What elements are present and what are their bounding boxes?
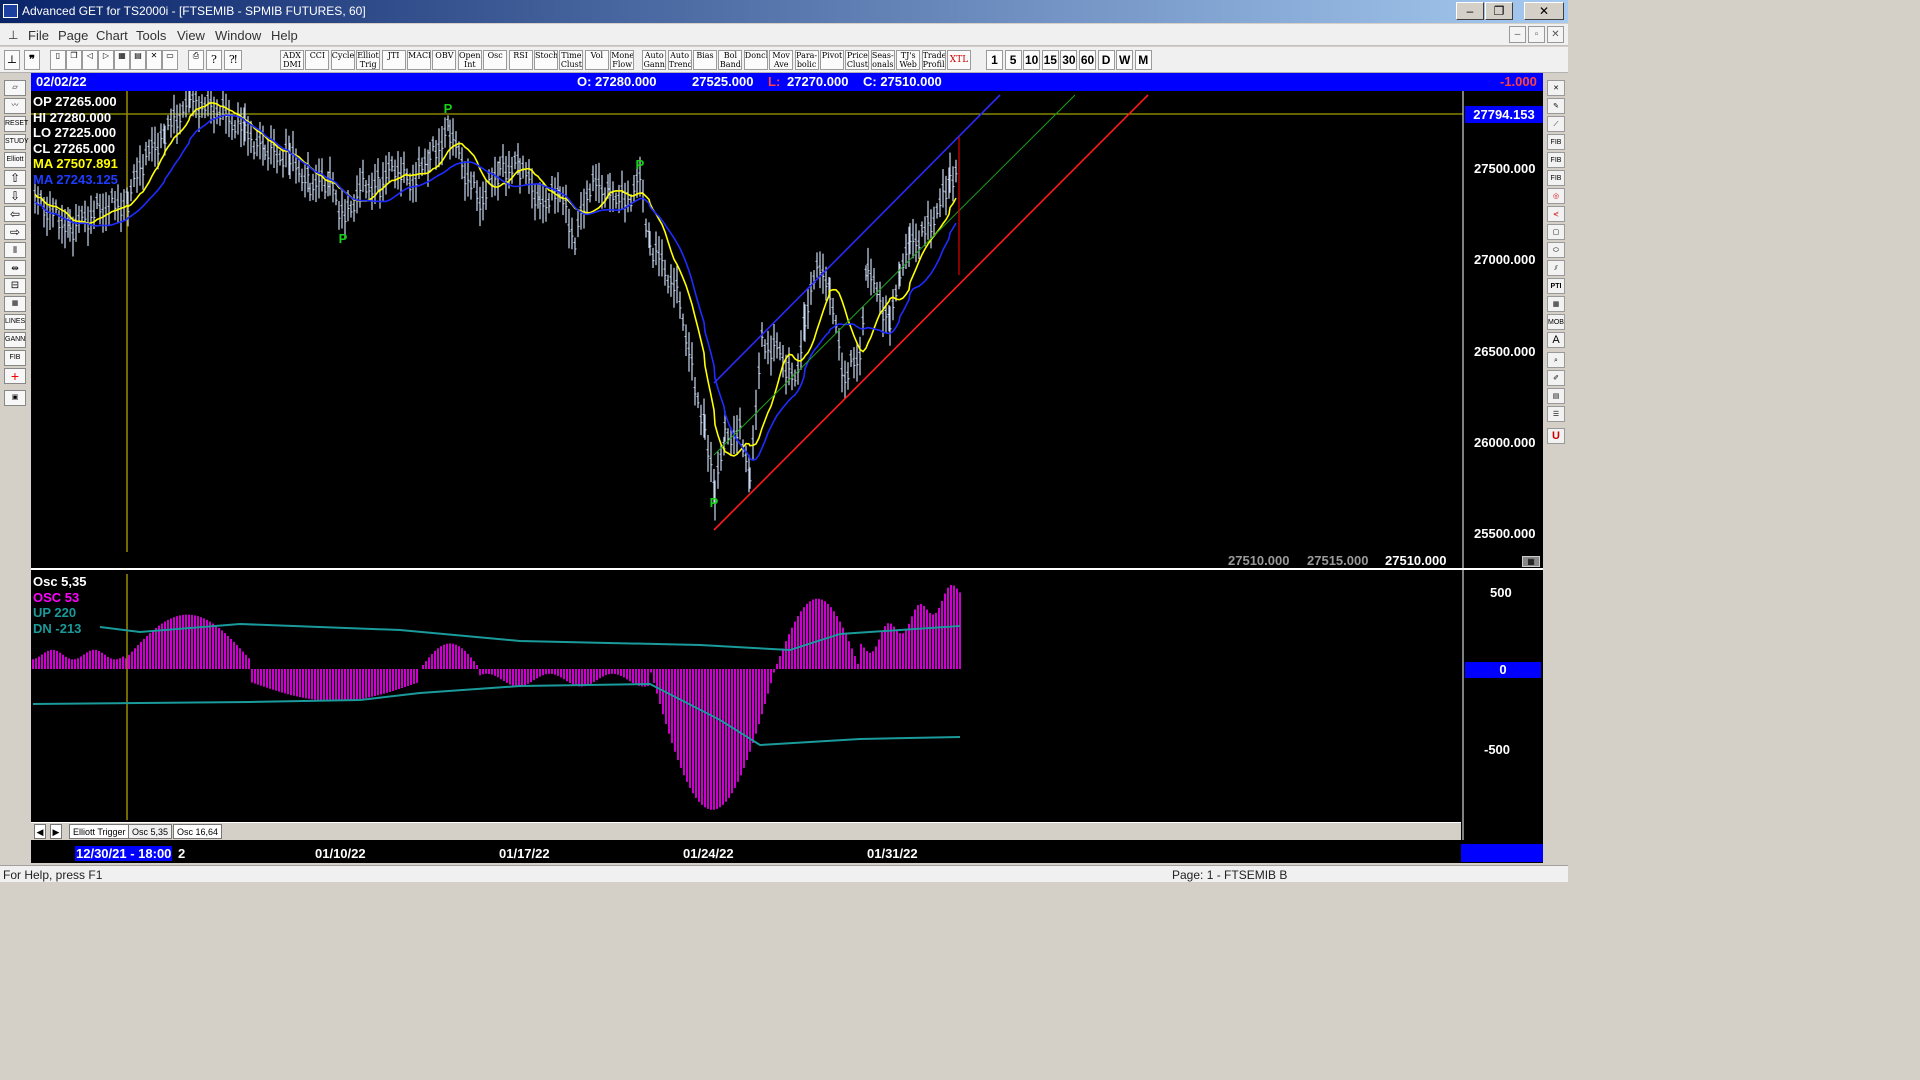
close-value: CL 27265.000 xyxy=(33,140,116,156)
tab-bar: ◀ ▶ Elliott Trigger Osc 5,35 Osc 16,64 xyxy=(31,822,1461,840)
pivot-label: P xyxy=(339,231,348,246)
osc-readout: Osc 5,35 OSC 53 UP 220 DN -213 xyxy=(33,574,87,636)
bar-low: 27270.000 xyxy=(787,74,849,89)
channel-line-red xyxy=(713,94,1149,531)
date-tick: 01/17/22 xyxy=(499,846,550,861)
cursor-date: 12/30/21 - 18:00 xyxy=(75,846,173,861)
bar-high: 27525.000 xyxy=(692,74,754,89)
pivot-label: P xyxy=(636,157,645,172)
date-tick: 01/10/22 xyxy=(315,846,366,861)
bar-change: -1.000 xyxy=(1500,74,1537,89)
date-tick: 01/31/22 xyxy=(867,846,918,861)
ma-slow-value: MA 27243.125 xyxy=(33,171,118,187)
ma-fast-value: MA 27507.891 xyxy=(33,156,118,171)
high-value: HI 27280.000 xyxy=(33,109,112,125)
status-page: Page: 1 - FTSEMIB B xyxy=(1172,868,1288,882)
bar-low-label: L: xyxy=(768,74,781,89)
date-axis: 12/30/21 - 18:00 2 01/10/22 01/17/22 01/… xyxy=(31,844,1543,862)
price-tick: 25500.000 xyxy=(1474,526,1536,541)
bar-open: O: 27280.000 xyxy=(577,74,657,89)
price-tick: 27500.000 xyxy=(1474,161,1536,176)
osc-up-value: UP 220 xyxy=(33,605,77,620)
bar-date: 02/02/22 xyxy=(36,74,87,89)
readout-value: 27510.000 xyxy=(1385,553,1447,568)
panel-icon[interactable]: ▦ xyxy=(1522,556,1540,567)
open-value: OP 27265.000 xyxy=(33,94,117,109)
cursor-date-suffix: 2 xyxy=(178,846,186,861)
readout-value: 27510.000 xyxy=(1228,553,1290,568)
price-marker: 27794.153 xyxy=(1465,106,1543,123)
osc-dn-band xyxy=(32,682,961,747)
tab-scroll-left[interactable]: ◀ xyxy=(34,824,46,839)
pivot-label: P xyxy=(444,101,453,116)
readout-value: 27515.000 xyxy=(1307,553,1369,568)
price-tick: 27000.000 xyxy=(1474,252,1536,267)
tab-scroll-right[interactable]: ▶ xyxy=(50,824,62,839)
price-tick: 26000.000 xyxy=(1474,435,1536,450)
tab-osc-5-35[interactable]: Osc 5,35 xyxy=(128,824,173,839)
price-tick: 26500.000 xyxy=(1474,344,1536,359)
osc-tick: -500 xyxy=(1484,742,1511,757)
osc-value: OSC 53 xyxy=(33,589,80,605)
tab-elliott-trigger[interactable]: Elliott Trigger xyxy=(69,824,130,839)
date-scroll-marker xyxy=(1461,844,1543,862)
osc-title: Osc 5,35 xyxy=(33,574,87,589)
osc-tick: 500 xyxy=(1490,585,1512,600)
status-help: For Help, press F1 xyxy=(3,868,103,882)
osc-zero-marker: 0 xyxy=(1465,662,1541,678)
info-bar: 02/02/22 O: 27280.000 27525.000 L: 27270… xyxy=(31,73,1543,91)
channel-line-blue xyxy=(713,94,1001,384)
date-tick: 01/24/22 xyxy=(683,846,734,861)
channel-line-green xyxy=(713,94,1076,456)
ohlc-readout: OP 27265.000 HI 27280.000 LO 27225.000 C… xyxy=(33,94,118,187)
tab-osc-16-64[interactable]: Osc 16,64 xyxy=(173,824,223,839)
osc-dn-value: DN -213 xyxy=(33,620,82,636)
pivot-label: P xyxy=(710,495,719,510)
status-bar: For Help, press F1 Page: 1 - FTSEMIB B xyxy=(0,865,1568,882)
price-chart[interactable]: P P P P xyxy=(0,0,1568,882)
low-value: LO 27225.000 xyxy=(33,125,117,140)
bar-close: C: 27510.000 xyxy=(863,74,942,89)
